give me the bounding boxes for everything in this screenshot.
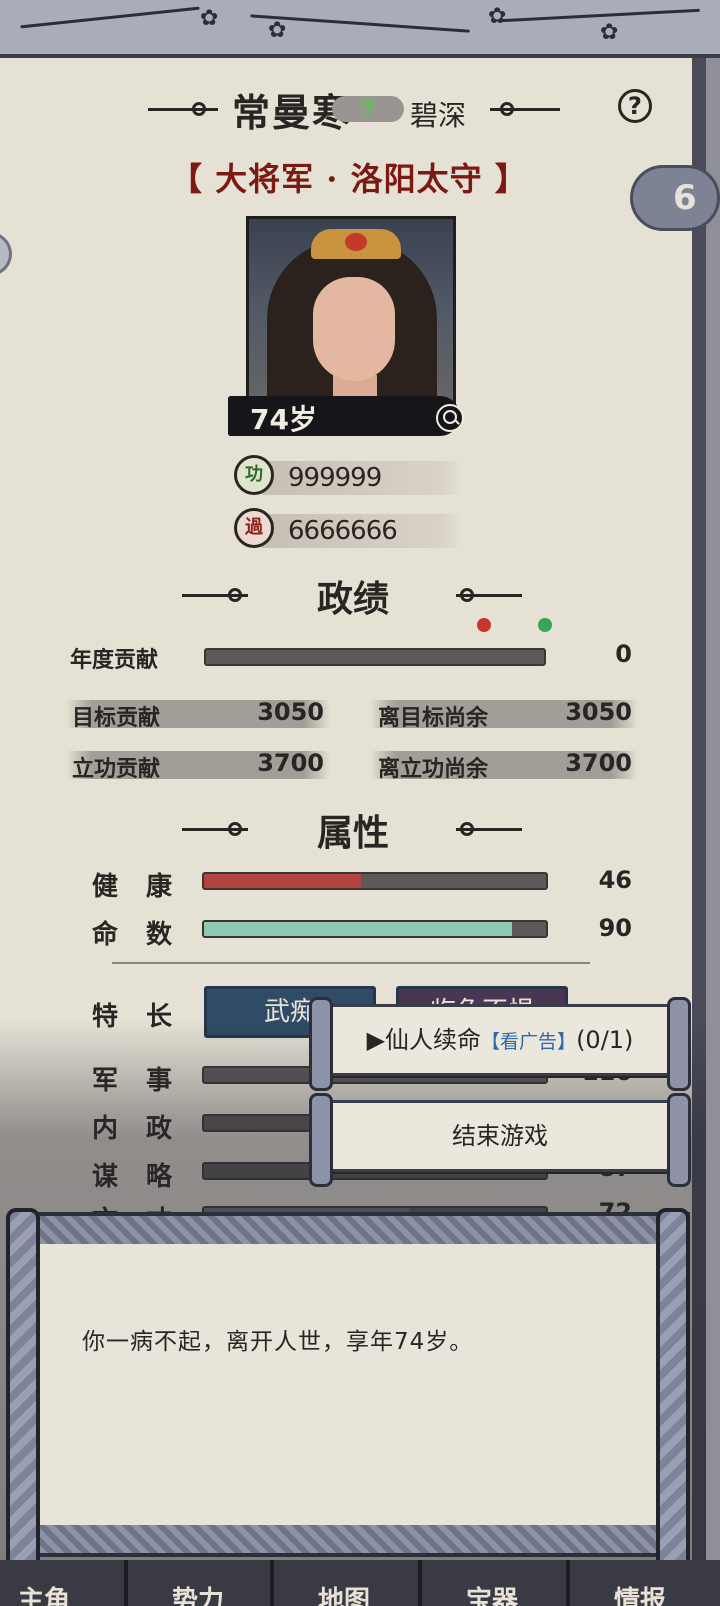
message-text: 你一病不起，离开人世，享年74岁。 xyxy=(82,1329,474,1355)
fate-label: 命数 xyxy=(92,920,201,950)
nav-tab-treasure[interactable]: 宝器 xyxy=(466,1580,518,1606)
header-knot-left xyxy=(192,102,206,116)
remain-target-value: 3050 xyxy=(565,698,632,726)
watch-ad-tag: 【看广告】 xyxy=(481,1031,577,1053)
merit-contribution-label: 立功贡献 xyxy=(72,757,161,782)
nav-tab-faction[interactable]: 势力 xyxy=(172,1580,224,1606)
demerit-row: 過 6666666 xyxy=(232,508,462,550)
merit-marker-icon xyxy=(538,618,552,632)
target-contribution-value: 3050 xyxy=(257,698,324,726)
annual-contribution-label: 年度贡献 xyxy=(70,648,159,673)
attributes-divider xyxy=(112,962,590,964)
scroll-rod-right xyxy=(656,1208,690,1580)
scroll-rod-left xyxy=(6,1208,40,1580)
revive-label: ▶仙人续命 xyxy=(366,1026,482,1054)
merit-contribution-value: 3700 xyxy=(257,749,324,777)
merit-marks: 999999 xyxy=(288,463,382,493)
health-bar xyxy=(202,872,548,890)
age-label: 74岁 xyxy=(250,403,317,436)
achievement-header: 政绩 xyxy=(316,578,389,620)
attributes-header: 属性 xyxy=(316,812,389,854)
health-value: 46 xyxy=(598,866,632,894)
annual-contribution-value: 0 xyxy=(615,640,632,668)
target-contribution-label: 目标贡献 xyxy=(72,706,161,731)
cloud-count: 6 xyxy=(673,178,697,218)
nav-tab-intel[interactable]: 情报 xyxy=(614,1580,666,1606)
flower-icon: ✿ xyxy=(268,18,287,43)
message-dialog xyxy=(10,1212,690,1557)
character-title: 【 大将军 · 洛阳太守 】 xyxy=(170,160,528,198)
nav-tab-protagonist[interactable]: 主角 xyxy=(18,1580,70,1606)
magnify-icon[interactable] xyxy=(436,404,464,432)
courtesy-name: 碧深 xyxy=(410,99,467,132)
cloud-count-badge[interactable]: 6 xyxy=(630,165,720,231)
header-knot-right xyxy=(500,102,514,116)
end-game-button[interactable]: 结束游戏 xyxy=(309,1093,691,1187)
help-icon[interactable]: ? xyxy=(618,89,652,123)
flower-icon: ✿ xyxy=(488,4,507,29)
target-marker-icon xyxy=(477,618,491,632)
demerit-marks: 6666666 xyxy=(288,516,398,546)
fate-bar xyxy=(202,920,548,938)
nav-tab-map[interactable]: 地图 xyxy=(318,1580,370,1606)
header-decor-left xyxy=(148,108,218,111)
merit-row: 功 999999 xyxy=(232,455,462,497)
end-game-label: 结束游戏 xyxy=(452,1122,548,1150)
remain-merit-label: 离立功尚余 xyxy=(378,757,489,782)
health-label: 健康 xyxy=(92,872,201,902)
remain-merit-value: 3700 xyxy=(565,749,632,777)
flower-icon: ✿ xyxy=(600,20,619,45)
revive-count: (0/1) xyxy=(576,1026,634,1054)
demerit-icon: 過 xyxy=(234,508,274,548)
revive-button[interactable]: ▶仙人续命【看广告】(0/1) xyxy=(309,997,691,1091)
remain-target-label: 离目标尚余 xyxy=(378,706,489,731)
merit-icon: 功 xyxy=(234,455,274,495)
top-decor-band: ✿ ✿ ✿ ✿ xyxy=(0,0,720,58)
flower-icon: ✿ xyxy=(200,6,219,31)
courtesy-name-badge: 字 xyxy=(332,96,404,122)
annual-contribution-bar xyxy=(204,648,546,666)
fate-value: 90 xyxy=(598,914,632,942)
